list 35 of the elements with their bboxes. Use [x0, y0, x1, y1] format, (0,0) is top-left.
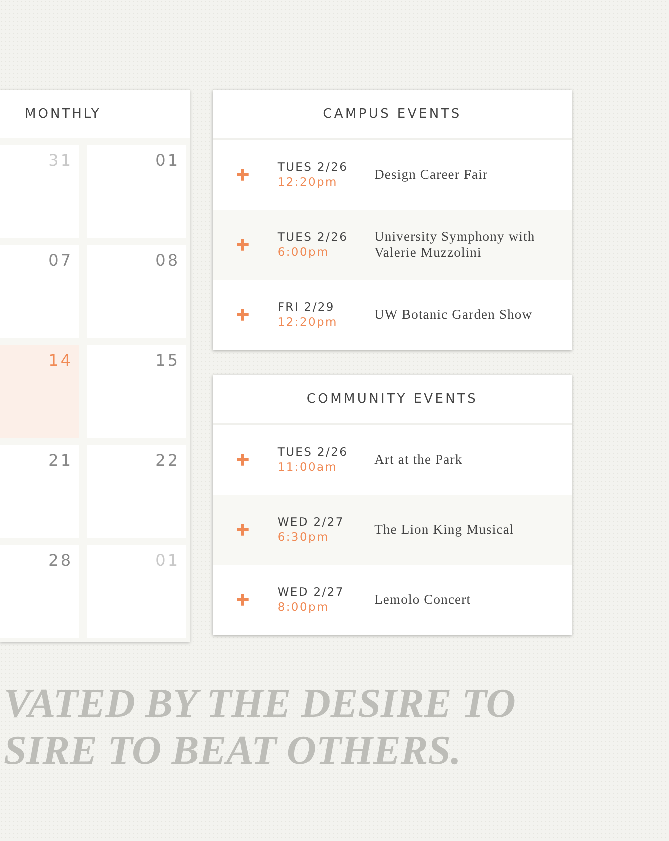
event-name: Art at the Park — [374, 452, 464, 468]
plus-icon[interactable] — [237, 309, 249, 321]
calendar-day[interactable]: 07 — [0, 245, 79, 338]
event-date: WED 2/27 — [278, 585, 346, 600]
calendar-day[interactable]: 14 — [0, 345, 79, 438]
event-date: FRI 2/29 — [278, 300, 336, 315]
event-time: 12:20pm — [278, 315, 339, 330]
event-time: 8:00pm — [278, 600, 330, 615]
plus-icon[interactable] — [237, 239, 249, 251]
event-time: 6:00pm — [278, 245, 330, 260]
plus-icon[interactable] — [237, 169, 249, 181]
plus-icon[interactable] — [237, 594, 249, 606]
event-name: Design Career Fair — [374, 167, 490, 183]
event-date: WED 2/27 — [278, 515, 346, 530]
event-time: 12:20pm — [278, 175, 339, 190]
event-name: University Symphony with Valerie Muzzolini — [374, 229, 536, 261]
calendar-day[interactable]: 21 — [0, 445, 79, 538]
calendar-day[interactable]: 01 — [87, 145, 186, 238]
calendar-day[interactable]: 08 — [87, 245, 186, 338]
event-date: TUES 2/26 — [278, 445, 350, 460]
panel-title: CAMPUS EVENTS — [323, 106, 462, 122]
calendar-title: MONTHLY — [25, 106, 102, 122]
event-date: TUES 2/26 — [278, 230, 350, 245]
panel-title: COMMUNITY EVENTS — [306, 392, 478, 406]
plus-icon[interactable] — [237, 454, 249, 466]
event-name: Lemolo Concert — [374, 592, 472, 608]
event-time: 11:00am — [278, 460, 339, 475]
event-time: 6:30pm — [278, 530, 330, 545]
event-name: The Lion King Musical — [374, 522, 516, 538]
calendar-day[interactable]: 15 — [87, 345, 186, 438]
plus-icon[interactable] — [237, 524, 249, 536]
event-date: TUES 2/26 — [278, 160, 350, 175]
event-name: UW Botanic Garden Show — [374, 307, 534, 323]
calendar-day[interactable]: 28 — [0, 545, 79, 638]
calendar-day[interactable]: 22 — [87, 445, 186, 538]
